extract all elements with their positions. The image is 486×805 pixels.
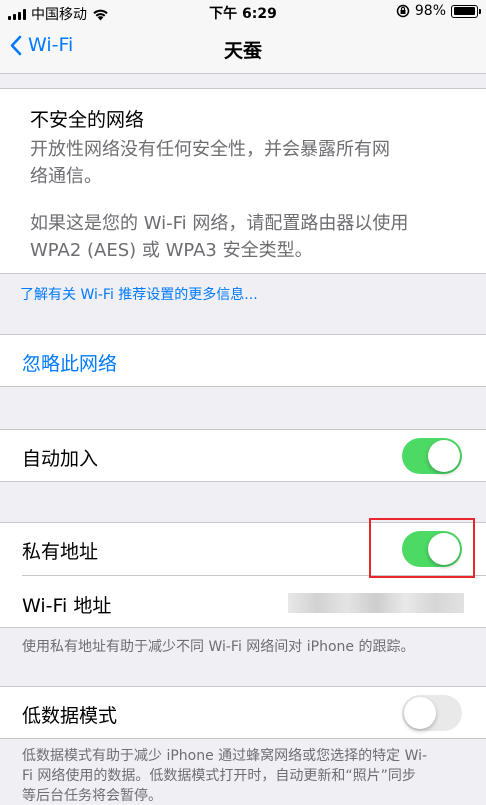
auto-join-group: 自动加入 [0,429,486,482]
auto-join-label: 自动加入 [22,448,99,470]
low-data-footer-line3: 等后台任务将会暂停。 [22,788,162,804]
battery-icon [451,4,481,18]
private-address-label: 私有地址 [22,541,99,563]
low-data-toggle[interactable] [402,695,462,731]
navigation-bar: Wi-Fi 天蚕 [0,24,486,74]
highlight-annotation-box [369,518,475,578]
low-data-label: 低数据模式 [22,705,118,727]
warning-title: 不安全的网络 [30,109,145,131]
status-bar: 中国移动 下午 6:29 98% [0,0,486,24]
private-address-footer: 使用私有地址有助于减少不同 Wi-Fi 网络间对 iPhone 的跟踪。 [22,639,415,655]
auto-join-toggle[interactable] [402,438,462,474]
status-right: 98% [396,3,481,19]
toggle-knob [404,697,436,729]
battery-percent: 98% [414,3,446,19]
warning-text-line4: WPA2 (AES) 或 WPA3 安全类型。 [30,240,313,261]
low-data-footer-line2: Fi 网络使用的数据。低数据模式打开时，自动更新和“照片”同步 [22,768,416,784]
low-data-footer-line1: 低数据模式有助于减少 iPhone 通过蜂窝网络或您选择的特定 Wi- [22,748,428,764]
warning-text-line2: 络通信。 [30,166,102,187]
forget-network-button[interactable]: 忽略此网络 [22,349,117,376]
insecure-network-warning: 不安全的网络 开放性网络没有任何安全性，并会暴露所有网 络通信。 如果这是您的 … [0,88,486,274]
wifi-address-label: Wi-Fi 地址 [22,595,112,617]
wifi-address-value-redacted [288,593,464,613]
forget-network-group: 忽略此网络 [0,334,486,387]
learn-more-link[interactable]: 了解有关 Wi-Fi 推荐设置的更多信息... [20,284,258,304]
low-data-group: 低数据模式 [0,686,486,739]
orientation-lock-icon [396,4,410,18]
toggle-knob [428,440,460,472]
page-title: 天蚕 [223,40,262,62]
